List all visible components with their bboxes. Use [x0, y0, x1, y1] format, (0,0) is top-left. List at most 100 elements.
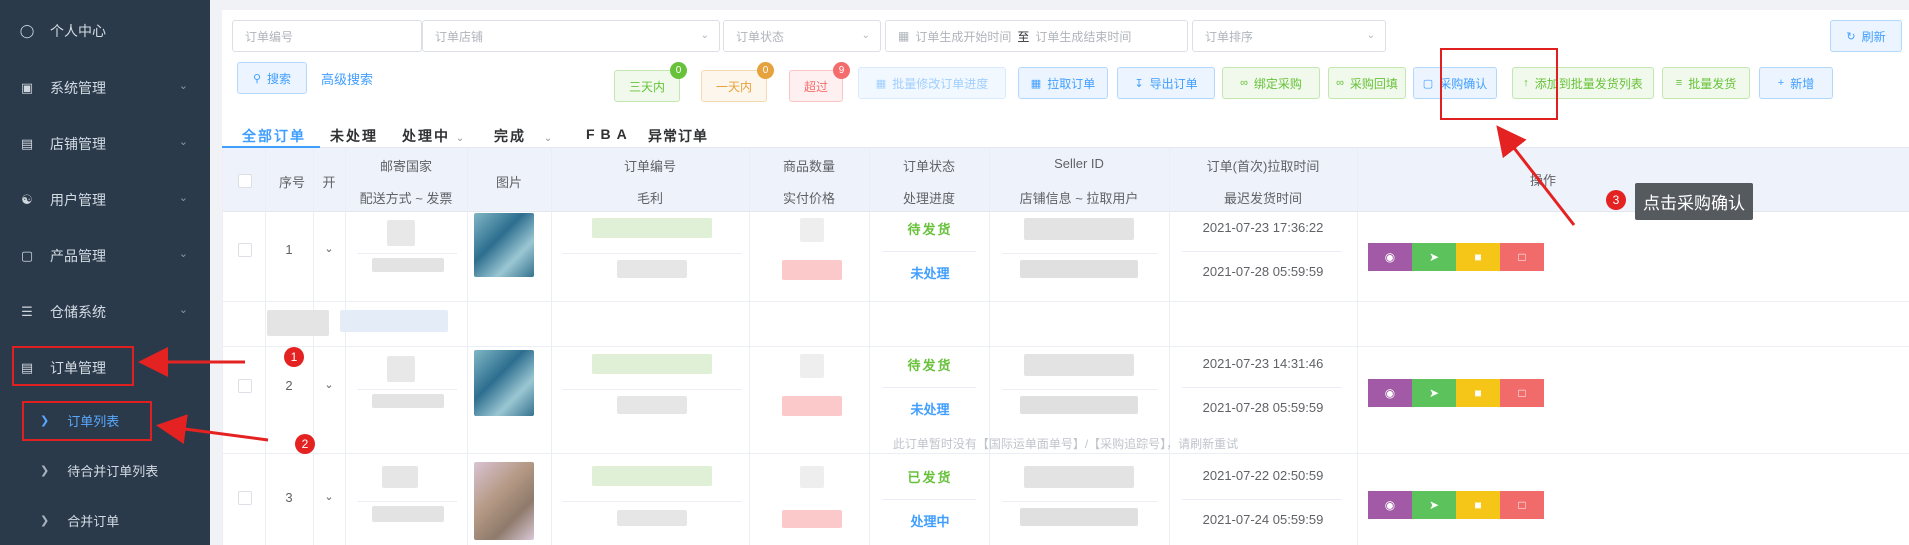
sidebar-item-personal[interactable]: ◯ 个人中心 — [0, 5, 210, 57]
sidebar-item-label: 产品管理 — [50, 248, 106, 264]
start-time-placeholder: 订单生成开始时间 — [915, 29, 1012, 44]
refresh-button[interactable]: ↻ 刷新 — [1830, 20, 1902, 52]
three-days-filter-button[interactable]: 三天内 0 — [614, 62, 687, 102]
annotation-box-purchase-confirm — [1440, 48, 1558, 120]
view-button[interactable]: ◉ — [1368, 243, 1412, 271]
one-day-label: 一天内 — [715, 79, 752, 94]
tab-all-orders[interactable]: 全部订单 — [242, 126, 306, 146]
product-image[interactable] — [474, 350, 534, 416]
row-index: 1 — [285, 242, 293, 257]
add-new-button[interactable]: + 新增 — [1759, 67, 1833, 99]
cell-divider — [1182, 251, 1342, 252]
seller-id-value — [1024, 218, 1134, 240]
header-order-no: 订单编号 — [623, 159, 676, 174]
document-button[interactable]: □ — [1500, 243, 1544, 271]
product-image[interactable] — [474, 213, 534, 277]
search-button[interactable]: ⚲ 搜索 — [237, 62, 307, 94]
download-icon: ↧ — [1134, 77, 1144, 90]
sidebar-item-shop[interactable]: ▤ 店铺管理 ⌄ — [0, 118, 210, 170]
order-status-text: 待发货 — [907, 358, 953, 373]
tab-fba[interactable]: FBA — [586, 126, 633, 142]
purchase-backfill-button[interactable]: ∞ 采购回填 — [1328, 67, 1406, 99]
header-order-status: 订单状态 — [902, 159, 955, 174]
ship-button[interactable]: ➤ — [1412, 491, 1456, 519]
sidebar-item-label: 店铺管理 — [50, 136, 106, 152]
tab-unprocessed[interactable]: 未处理 — [330, 126, 378, 146]
sort-select[interactable]: 订单排序 ⌄ — [1192, 20, 1386, 52]
sidebar-subitem-label: 待合并订单列表 — [67, 463, 159, 479]
shop-select[interactable]: 订单店铺 ⌄ — [422, 20, 720, 52]
sub-row-link[interactable] — [340, 310, 448, 332]
row-checkbox[interactable] — [238, 243, 252, 257]
view-button[interactable]: ◉ — [1368, 379, 1412, 407]
order-number-value[interactable] — [592, 466, 712, 486]
sidebar: ◯ 个人中心 ▣ 系统管理 ⌄ ▤ 店铺管理 ⌄ ☯ 用户管理 ⌄ ▢ 产品管理… — [0, 0, 210, 545]
edit-button[interactable]: ■ — [1456, 379, 1500, 407]
tab-exception[interactable]: 异常订单 — [648, 126, 708, 146]
list-icon: ☰ — [21, 304, 33, 319]
monitor-icon: ▣ — [20, 80, 34, 95]
chevron-down-icon: ⌄ — [178, 248, 188, 260]
search-icon: ⚲ — [252, 72, 262, 85]
annotation-box-orders — [12, 346, 134, 386]
select-all-checkbox[interactable] — [238, 174, 252, 188]
batch-ship-button[interactable]: ≡ 批量发货 — [1662, 67, 1750, 99]
sort-placeholder: 订单排序 — [1205, 29, 1254, 44]
pull-orders-button[interactable]: ▦ 拉取订单 — [1018, 67, 1108, 99]
row-checkbox[interactable] — [238, 491, 252, 505]
document-button[interactable]: □ — [1500, 379, 1544, 407]
file-icon: □ — [1518, 386, 1526, 400]
sidebar-item-products[interactable]: ▢ 产品管理 ⌄ — [0, 230, 210, 282]
bind-purchase-button[interactable]: ∞ 绑定采购 — [1222, 67, 1320, 99]
edit-button[interactable]: ■ — [1456, 491, 1500, 519]
batch-progress-button[interactable]: ▦ 批量修改订单进度 — [858, 67, 1006, 99]
cell-divider — [357, 389, 457, 390]
paid-price-value — [782, 396, 842, 416]
row-index: 3 — [285, 490, 293, 505]
header-store-info: 店铺信息 ~ 拉取用户 — [1019, 191, 1139, 206]
add-new-label: 新增 — [1790, 76, 1815, 91]
ship-button[interactable]: ➤ — [1412, 379, 1456, 407]
pull-time-value: 2021-07-22 02:50:59 — [1202, 468, 1324, 483]
status-select[interactable]: 订单状态 ⌄ — [723, 20, 881, 52]
date-range-picker[interactable]: ▦ 订单生成开始时间 至 订单生成结束时间 — [885, 20, 1188, 52]
step-marker-1: 1 — [284, 347, 304, 367]
send-icon: ➤ — [1428, 498, 1440, 512]
order-status-text: 待发货 — [907, 222, 953, 237]
edit-button[interactable]: ■ — [1456, 243, 1500, 271]
tab-completed-label: 完成 — [494, 128, 526, 144]
send-icon: ➤ — [1428, 386, 1440, 400]
sidebar-item-warehouse[interactable]: ☰ 仓储系统 ⌄ — [0, 286, 210, 338]
expand-chevron-icon[interactable]: ⌄ — [313, 490, 345, 503]
expand-chevron-icon[interactable]: ⌄ — [313, 242, 345, 255]
latest-ship-value: 2021-07-28 05:59:59 — [1202, 264, 1324, 279]
sidebar-subitem-pending-merge[interactable]: ❯ 待合并订单列表 — [0, 447, 210, 493]
document-button[interactable]: □ — [1500, 491, 1544, 519]
profit-value — [617, 260, 687, 278]
overdue-filter-button[interactable]: 超过 9 — [789, 62, 850, 102]
sidebar-item-users[interactable]: ☯ 用户管理 ⌄ — [0, 174, 210, 226]
tab-processing[interactable]: 处理中 ⌄ — [402, 126, 466, 146]
three-days-label: 三天内 — [628, 79, 665, 94]
export-orders-button[interactable]: ↧ 导出订单 — [1117, 67, 1215, 99]
chevron-down-icon: ⌄ — [700, 30, 709, 41]
order-number-input[interactable]: 订单编号 — [232, 20, 422, 52]
tab-completed[interactable]: 完成 ⌄ — [494, 126, 554, 146]
product-image[interactable] — [474, 462, 534, 540]
plus-icon: + — [1777, 77, 1785, 89]
row-ops: ◉ ➤ ■ □ — [1368, 243, 1544, 271]
row-ops: ◉ ➤ ■ □ — [1368, 379, 1544, 407]
view-button[interactable]: ◉ — [1368, 491, 1412, 519]
order-number-value[interactable] — [592, 218, 712, 238]
ship-button[interactable]: ➤ — [1412, 243, 1456, 271]
advanced-search-link[interactable]: 高级搜索 — [321, 69, 373, 88]
one-day-filter-button[interactable]: 一天内 0 — [701, 62, 774, 102]
cell-divider — [1002, 501, 1157, 502]
header-ship-method: 配送方式 ~ 发票 — [359, 191, 453, 206]
row-checkbox[interactable] — [238, 379, 252, 393]
sidebar-item-system[interactable]: ▣ 系统管理 ⌄ — [0, 62, 210, 114]
expand-chevron-icon[interactable]: ⌄ — [313, 378, 345, 391]
order-number-value[interactable] — [592, 354, 712, 374]
sidebar-subitem-merged-orders[interactable]: ❯ 合并订单 — [0, 497, 210, 543]
chevron-right-icon: ❯ — [40, 514, 50, 527]
